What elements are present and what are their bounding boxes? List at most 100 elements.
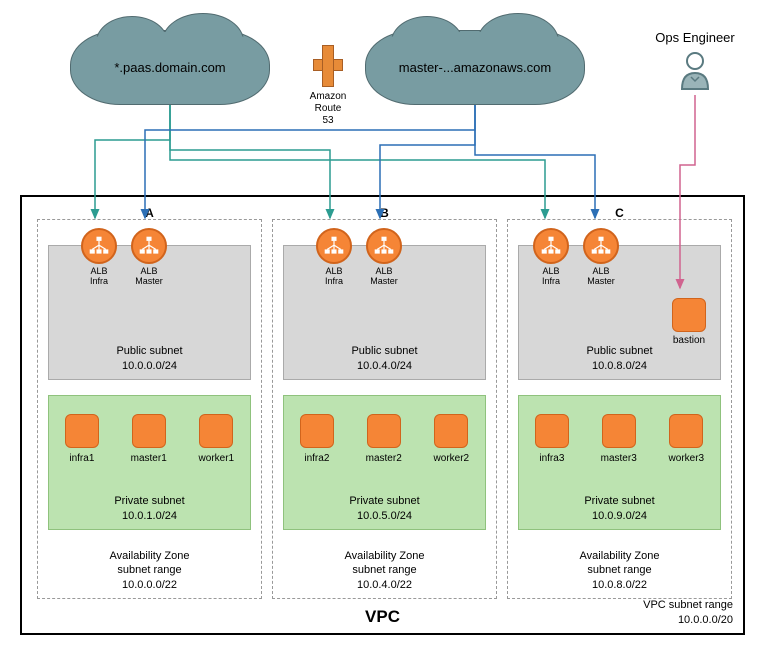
az-range-label: subnet range <box>117 564 181 576</box>
alb-master: ALBMaster <box>129 228 169 287</box>
node-worker: worker2 <box>434 414 470 464</box>
load-balancer-icon <box>316 228 352 264</box>
pubnet-label: Public subnet <box>351 345 417 357</box>
private-subnet-c: infra3 master3 worker3 Private subnet 10.… <box>518 395 721 530</box>
node-infra: infra3 <box>535 414 569 464</box>
load-balancer-icon <box>583 228 619 264</box>
az-range: 10.0.4.0/22 <box>357 579 412 591</box>
alb-l1: ALB <box>375 266 392 276</box>
alb-group: ALBInfra ALBMaster <box>314 228 404 287</box>
alb-l2: Infra <box>325 276 343 286</box>
alb-l2: Master <box>135 276 163 286</box>
cloud-wildcard-domain: *.paas.domain.com <box>70 30 270 105</box>
node-worker: worker3 <box>669 414 705 464</box>
alb-l1: ALB <box>140 266 157 276</box>
cloud-master-domain: master-...amazonaws.com <box>365 30 585 105</box>
node-label: worker1 <box>199 453 235 464</box>
node-label: infra3 <box>535 453 569 464</box>
alb-master: ALBMaster <box>581 228 621 287</box>
node-infra: infra2 <box>300 414 334 464</box>
instance-icon <box>602 414 636 448</box>
ops-label: Ops Engineer <box>650 30 740 45</box>
alb-group: ALBInfra ALBMaster <box>531 228 621 287</box>
az-label: Availability Zone <box>110 550 190 562</box>
ops-engineer: Ops Engineer <box>650 30 740 94</box>
az-range: 10.0.8.0/22 <box>592 579 647 591</box>
az-range-label: subnet range <box>352 564 416 576</box>
node-master: master3 <box>601 414 637 464</box>
alb-l1: ALB <box>90 266 107 276</box>
instance-icon <box>132 414 166 448</box>
alb-l2: Infra <box>90 276 108 286</box>
load-balancer-icon <box>533 228 569 264</box>
availability-zone-c: C ALBInfra ALBMaster <box>507 219 732 599</box>
az-label: Availability Zone <box>580 550 660 562</box>
az-range: 10.0.0.0/22 <box>122 579 177 591</box>
node-label: worker2 <box>434 453 470 464</box>
public-subnet-c: ALBInfra ALBMaster bastion Public subnet… <box>518 245 721 380</box>
node-label: master2 <box>366 453 402 464</box>
vpc-title: VPC <box>22 607 743 627</box>
alb-l1: ALB <box>325 266 342 276</box>
instance-icon <box>434 414 468 448</box>
availability-zone-a: A ALBInfra ALBMaster <box>37 219 262 599</box>
pubnet-cidr: 10.0.0.0/24 <box>122 360 177 372</box>
availability-zone-b: B ALBInfra ALBMaster <box>272 219 497 599</box>
alb-group: ALBInfra ALBMaster <box>79 228 169 287</box>
instance-icon <box>300 414 334 448</box>
privnet-cidr: 10.0.5.0/24 <box>357 510 412 522</box>
node-infra: infra1 <box>65 414 99 464</box>
az-range-label: subnet range <box>587 564 651 576</box>
pubnet-cidr: 10.0.4.0/24 <box>357 360 412 372</box>
cloud2-text: master-...amazonaws.com <box>399 60 551 75</box>
public-subnet-b: ALBInfra ALBMaster Public subnet10.0.4.0… <box>283 245 486 380</box>
node-worker: worker1 <box>199 414 235 464</box>
alb-l2: Infra <box>542 276 560 286</box>
load-balancer-icon <box>366 228 402 264</box>
node-label: worker3 <box>669 453 705 464</box>
instance-icon <box>367 414 401 448</box>
load-balancer-icon <box>131 228 167 264</box>
az-label: Availability Zone <box>345 550 425 562</box>
az-letter: A <box>145 206 154 220</box>
pubnet-cidr: 10.0.8.0/24 <box>592 360 647 372</box>
node-label: master1 <box>131 453 167 464</box>
node-master: master1 <box>131 414 167 464</box>
privnet-cidr: 10.0.9.0/24 <box>592 510 647 522</box>
alb-l2: Master <box>370 276 398 286</box>
pubnet-label: Public subnet <box>586 345 652 357</box>
vpc-range-value: 10.0.0.0/20 <box>678 614 733 626</box>
route53-block: Amazon Route 53 <box>308 45 348 127</box>
privnet-label: Private subnet <box>584 495 654 507</box>
privnet-cidr: 10.0.1.0/24 <box>122 510 177 522</box>
private-subnet-a: infra1 master1 worker1 Private subnet 10.… <box>48 395 251 530</box>
private-subnet-b: infra2 master2 worker2 Private subnet 10.… <box>283 395 486 530</box>
diagram-canvas: *.paas.domain.com master-...amazonaws.co… <box>0 0 768 650</box>
route53-icon <box>313 45 343 87</box>
alb-master: ALBMaster <box>364 228 404 287</box>
public-subnet-a: ALBInfra ALBMaster Public subnet10.0.0.0… <box>48 245 251 380</box>
instance-icon <box>672 298 706 332</box>
instance-icon <box>65 414 99 448</box>
node-label: infra2 <box>300 453 334 464</box>
privnet-label: Private subnet <box>114 495 184 507</box>
user-icon <box>678 51 712 91</box>
bastion-host: bastion <box>672 298 706 346</box>
node-master: master2 <box>366 414 402 464</box>
vpc-subnet-range: VPC subnet range 10.0.0.0/20 <box>643 598 733 627</box>
az-letter: C <box>615 206 624 220</box>
node-label: infra1 <box>65 453 99 464</box>
route53-label-2: Route 53 <box>315 103 342 126</box>
route53-label-1: Amazon <box>310 91 347 102</box>
alb-infra: ALBInfra <box>79 228 119 287</box>
alb-l2: Master <box>587 276 615 286</box>
vpc-range-label: VPC subnet range <box>643 599 733 611</box>
alb-l1: ALB <box>592 266 609 276</box>
privnet-label: Private subnet <box>349 495 419 507</box>
az-letter: B <box>380 206 389 220</box>
alb-infra: ALBInfra <box>531 228 571 287</box>
instance-icon <box>199 414 233 448</box>
instance-icon <box>535 414 569 448</box>
alb-l1: ALB <box>542 266 559 276</box>
pubnet-label: Public subnet <box>116 345 182 357</box>
